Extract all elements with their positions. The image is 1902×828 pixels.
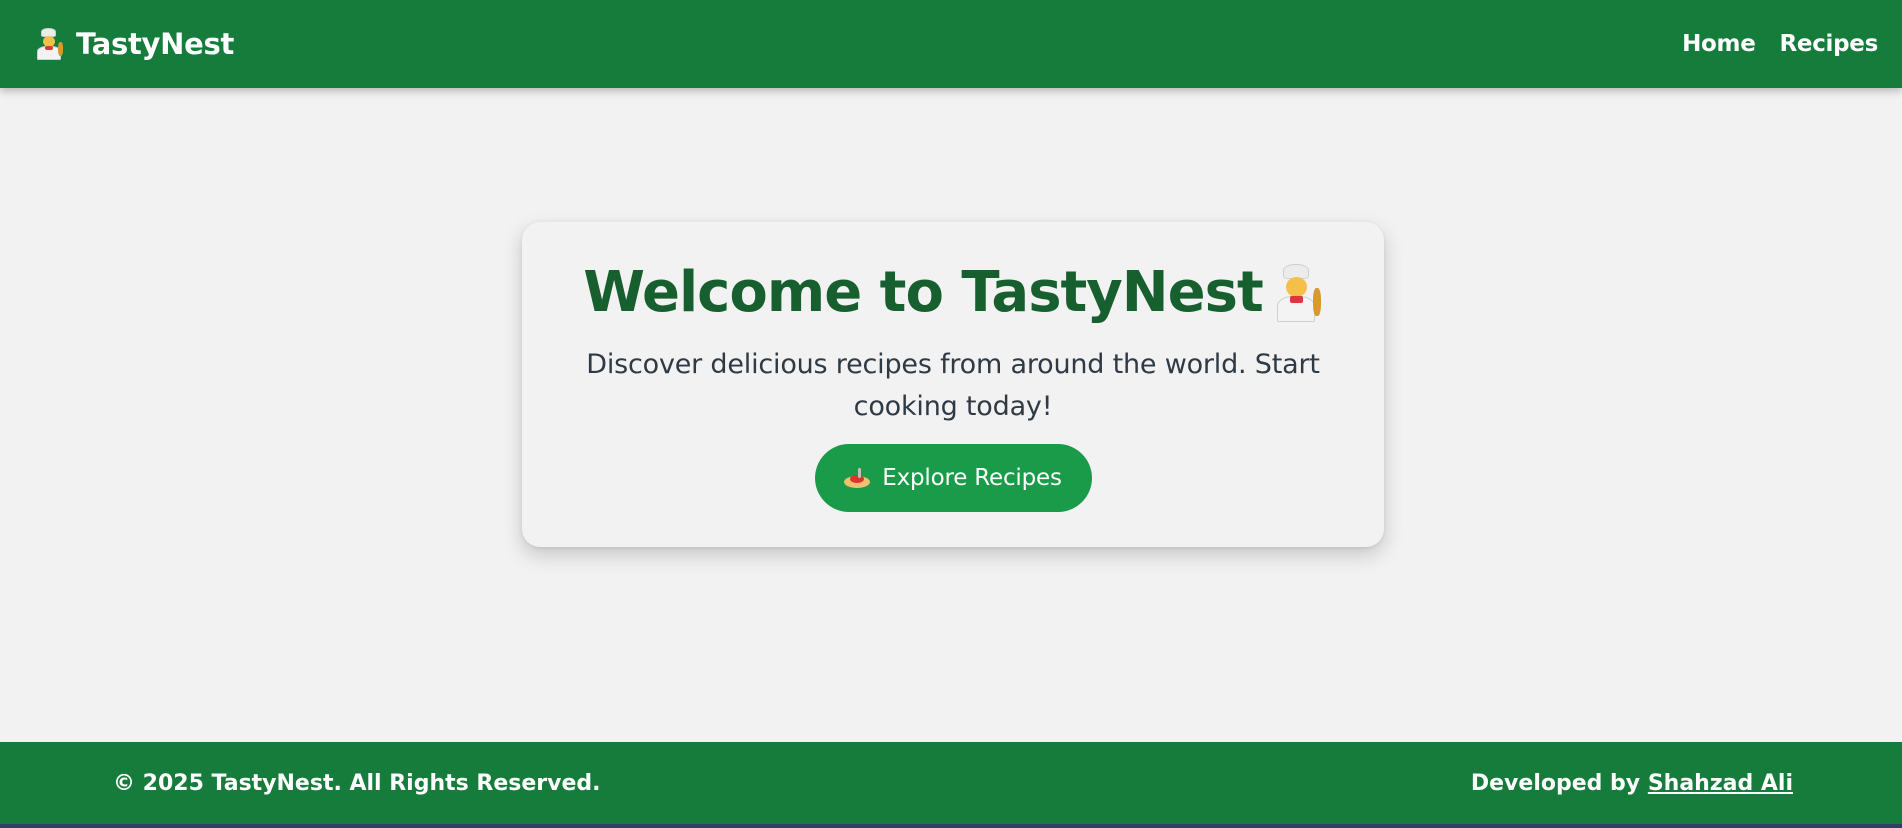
footer-credit: Developed by Shahzad Ali (1471, 771, 1793, 796)
chef-icon (34, 28, 64, 60)
navbar: TastyNest Home Recipes (0, 0, 1902, 88)
nav-links: Home Recipes (1658, 31, 1878, 57)
explore-recipes-button[interactable]: Explore Recipes (814, 444, 1092, 512)
developer-link[interactable]: Shahzad Ali (1648, 771, 1793, 796)
pasta-icon (844, 468, 871, 488)
footer-credit-prefix: Developed by (1470, 770, 1648, 796)
brand-name: TastyNest (76, 27, 235, 61)
chef-icon (1273, 264, 1323, 322)
nav-link-recipes[interactable]: Recipes (1780, 31, 1879, 57)
hero-card: Welcome to TastyNest Discover delicious … (522, 222, 1384, 547)
page: TastyNest Home Recipes Welcome to TastyN… (0, 0, 1902, 828)
hero-title-text: Welcome to TastyNest (583, 260, 1264, 325)
nav-link-home[interactable]: Home (1682, 31, 1756, 57)
explore-recipes-label: Explore Recipes (882, 465, 1062, 491)
footer: © 2025 TastyNest. All Rights Reserved. D… (0, 742, 1902, 824)
brand-logo-link[interactable]: TastyNest (34, 27, 234, 61)
hero-subtitle: Discover delicious recipes from around t… (586, 349, 1320, 422)
hero-title: Welcome to TastyNest (583, 260, 1323, 326)
footer-copyright: © 2025 TastyNest. All Rights Reserved. (113, 770, 601, 796)
window-bottom-edge (0, 824, 1902, 828)
